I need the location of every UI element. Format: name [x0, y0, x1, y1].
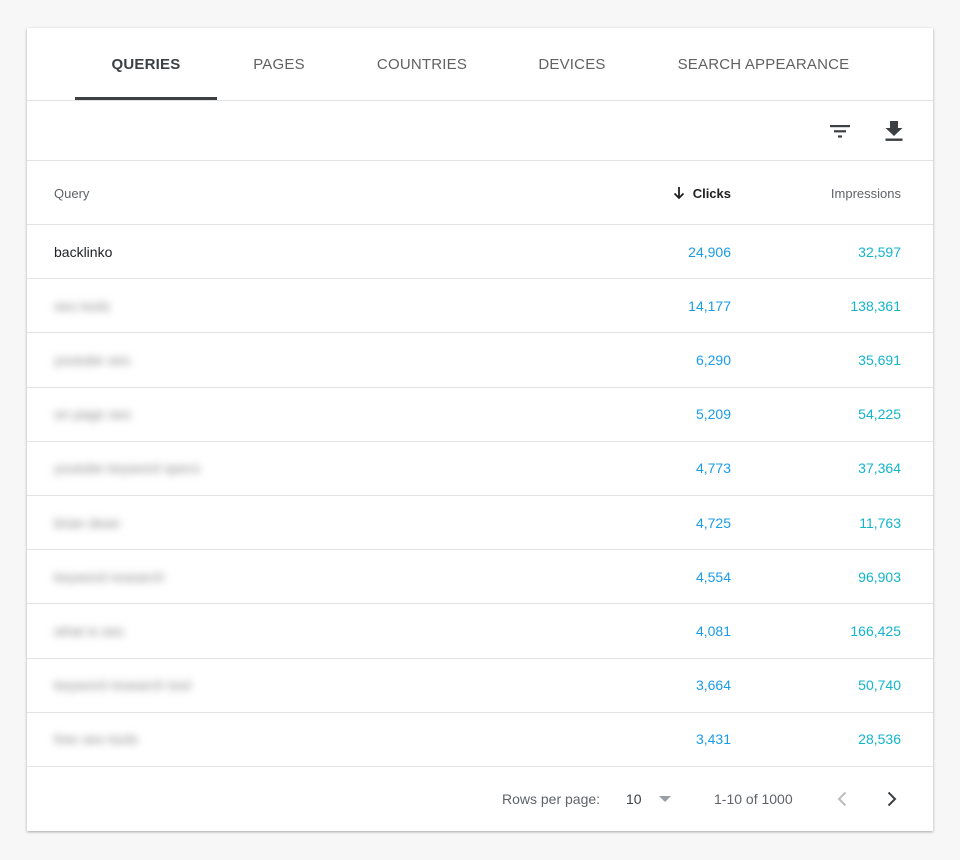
- tab-countries[interactable]: COUNTRIES: [365, 28, 479, 101]
- clicks-cell: 14,177: [688, 297, 731, 314]
- impressions-cell: 11,763: [859, 514, 901, 531]
- clicks-cell: 4,773: [695, 460, 731, 477]
- query-cell: brian dean: [54, 514, 121, 531]
- impressions-cell: 54,225: [858, 406, 901, 423]
- chevron-right-icon[interactable]: [887, 767, 897, 831]
- tab-devices[interactable]: DEVICES: [524, 28, 620, 101]
- table-row[interactable]: what is seo 4,081 166,425: [27, 604, 933, 659]
- table-row[interactable]: backlinko 24,906 32,597: [27, 225, 933, 280]
- table-row[interactable]: free seo tools 3,431 28,536: [27, 713, 933, 767]
- caret-down-icon: [658, 795, 672, 803]
- tab-pages[interactable]: PAGES: [233, 28, 325, 101]
- query-cell: seo tools: [54, 297, 111, 314]
- impressions-cell: 166,425: [850, 622, 901, 639]
- clicks-cell: 4,081: [695, 622, 731, 639]
- clicks-cell: 4,554: [695, 568, 731, 585]
- query-cell: on page seo: [54, 406, 132, 423]
- query-cell: keyword research tool: [54, 677, 191, 694]
- table-row[interactable]: keyword research 4,554 96,903: [27, 550, 933, 605]
- query-cell: free seo tools: [54, 731, 139, 748]
- query-cell: what is seo: [54, 622, 125, 639]
- table-body: backlinko 24,906 32,597 seo tools 14,177…: [27, 225, 933, 767]
- clicks-cell: 3,664: [695, 677, 731, 694]
- impressions-cell: 37,364: [858, 460, 901, 477]
- rows-per-page-select[interactable]: 10: [626, 767, 672, 831]
- column-header-clicks[interactable]: Clicks: [673, 161, 731, 225]
- table-row[interactable]: youtube seo 6,290 35,691: [27, 333, 933, 388]
- table-row[interactable]: keyword research tool 3,664 50,740: [27, 659, 933, 713]
- rows-per-page-value: 10: [626, 790, 642, 807]
- clicks-cell: 5,209: [695, 406, 731, 423]
- impressions-cell: 35,691: [858, 351, 901, 368]
- query-cell: keyword research: [54, 568, 165, 585]
- table-header-row: Query Clicks Impressions: [27, 161, 933, 225]
- impressions-cell: 28,536: [858, 731, 901, 748]
- table-pagination: Rows per page: 10 1-10 of 1000: [27, 767, 933, 831]
- table-row[interactable]: brian dean 4,725 11,763: [27, 496, 933, 551]
- table-row[interactable]: seo tools 14,177 138,361: [27, 279, 933, 334]
- clicks-cell: 6,290: [695, 351, 731, 368]
- column-header-query[interactable]: Query: [54, 161, 89, 225]
- impressions-cell: 50,740: [858, 677, 901, 694]
- table-row[interactable]: youtube keyword specs 4,773 37,364: [27, 442, 933, 496]
- arrow-down-icon: [673, 186, 685, 200]
- clicks-cell: 4,725: [695, 514, 731, 531]
- tab-queries[interactable]: QUERIES: [75, 28, 217, 101]
- performance-table-card: QUERIES PAGES COUNTRIES DEVICES SEARCH A…: [27, 28, 933, 831]
- download-icon[interactable]: [878, 115, 910, 147]
- column-header-clicks-label: Clicks: [692, 185, 731, 201]
- table-toolbar: [27, 101, 933, 161]
- impressions-cell: 96,903: [858, 568, 901, 585]
- chevron-left-icon[interactable]: [837, 767, 847, 831]
- rows-per-page-label: Rows per page:: [502, 790, 601, 807]
- query-cell: youtube seo: [54, 351, 131, 368]
- query-cell: youtube keyword specs: [54, 460, 201, 477]
- query-cell: backlinko: [54, 243, 113, 260]
- tab-search-appearance[interactable]: SEARCH APPEARANCE: [667, 28, 860, 101]
- impressions-cell: 32,597: [858, 243, 901, 260]
- clicks-cell: 24,906: [688, 243, 731, 260]
- column-header-impressions[interactable]: Impressions: [831, 161, 901, 225]
- pagination-range: 1-10 of 1000: [714, 790, 793, 807]
- filter-icon[interactable]: [824, 115, 856, 147]
- active-tab-indicator: [75, 97, 217, 100]
- tab-bar: QUERIES PAGES COUNTRIES DEVICES SEARCH A…: [27, 28, 933, 101]
- clicks-cell: 3,431: [695, 731, 731, 748]
- impressions-cell: 138,361: [850, 297, 901, 314]
- table-row[interactable]: on page seo 5,209 54,225: [27, 388, 933, 442]
